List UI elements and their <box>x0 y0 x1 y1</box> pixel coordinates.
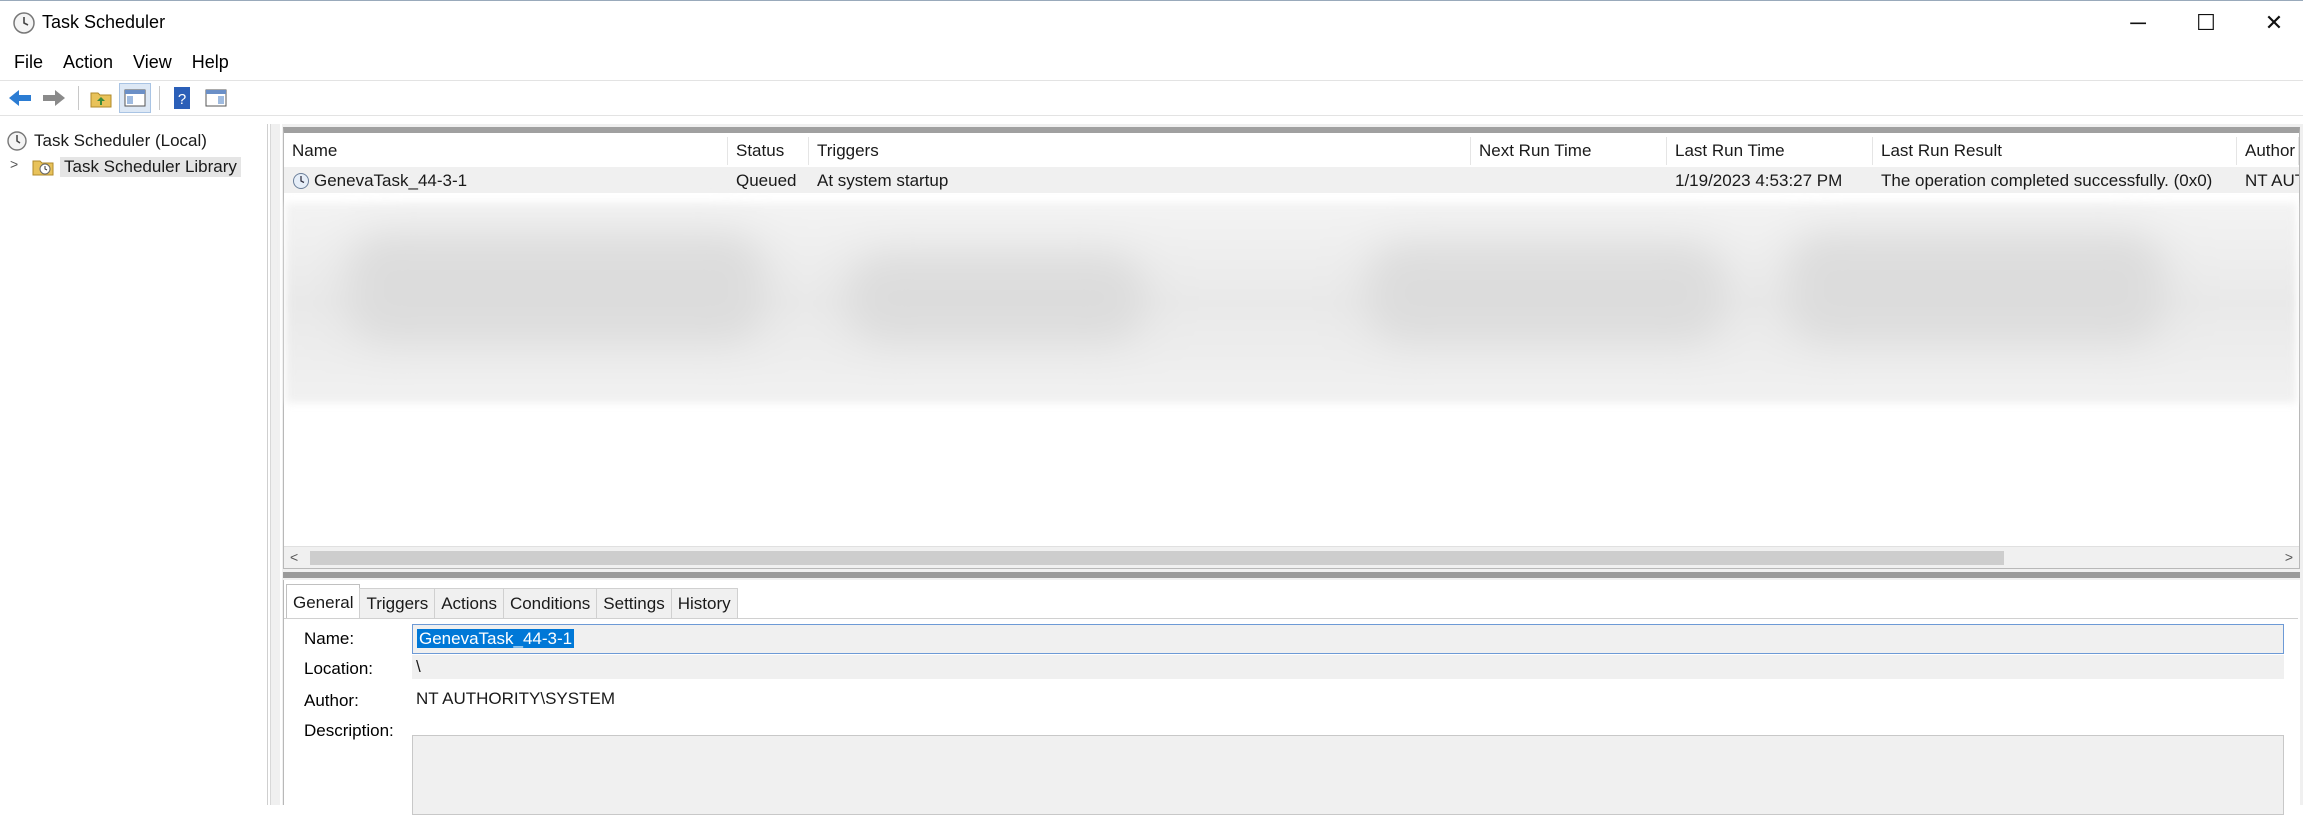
tree-item-label: Task Scheduler Library <box>60 157 241 177</box>
svg-text:?: ? <box>178 91 186 108</box>
menu-action[interactable]: Action <box>53 48 123 77</box>
help-button[interactable]: ? <box>166 83 198 113</box>
console-tree-icon <box>124 89 146 107</box>
scroll-right-arrow-icon[interactable]: > <box>2285 549 2293 565</box>
tab-general[interactable]: General <box>286 584 361 618</box>
toolbar-separator <box>78 86 79 110</box>
chevron-right-icon[interactable]: > <box>10 156 18 172</box>
vertical-splitter[interactable] <box>270 124 280 805</box>
name-field[interactable]: GenevaTask_44-3-1 <box>412 624 2284 654</box>
cell-status: Queued <box>736 171 797 190</box>
tab-triggers[interactable]: Triggers <box>359 588 436 618</box>
toolbar: ? <box>0 80 2303 116</box>
general-tab-body: Name: GenevaTask_44-3-1 Location: \ Auth… <box>284 618 2298 815</box>
name-value-selected: GenevaTask_44-3-1 <box>417 629 575 648</box>
cell-next-run-time <box>1471 167 1667 193</box>
horizontal-splitter[interactable] <box>283 572 2300 578</box>
window-title: Task Scheduler <box>42 12 166 32</box>
toolbar-separator <box>159 86 160 110</box>
help-icon: ? <box>174 87 190 109</box>
tree-item-label: Task Scheduler (Local) <box>34 131 207 150</box>
column-header-next-run-time[interactable]: Next Run Time <box>1471 137 1667 165</box>
clock-icon <box>7 131 27 151</box>
task-list-header: Name Status Triggers Next Run Time Last … <box>284 137 2299 165</box>
scrollbar-thumb[interactable] <box>310 551 2004 565</box>
back-arrow-icon <box>9 90 31 106</box>
author-value: NT AUTHORITY\SYSTEM <box>416 689 615 708</box>
column-header-triggers[interactable]: Triggers <box>809 137 1471 165</box>
up-one-level-button[interactable] <box>85 83 117 113</box>
cell-triggers: At system startup <box>817 171 949 190</box>
scroll-left-arrow-icon[interactable]: < <box>290 549 298 565</box>
name-label: Name: <box>304 629 355 648</box>
maximize-button[interactable]: ☐ <box>2172 1 2240 45</box>
tree-item-task-scheduler-local[interactable]: Task Scheduler (Local) <box>6 128 207 154</box>
back-button[interactable] <box>4 83 36 113</box>
location-value: \ <box>412 655 2284 679</box>
folder-up-icon <box>90 92 112 108</box>
close-button[interactable]: ✕ <box>2240 1 2303 45</box>
menu-view[interactable]: View <box>123 48 182 77</box>
tab-actions[interactable]: Actions <box>434 588 504 618</box>
forward-arrow-icon <box>43 90 65 106</box>
task-clock-icon <box>293 173 309 189</box>
cell-last-run-time: 1/19/2023 4:53:27 PM <box>1675 171 1843 190</box>
show-hide-action-pane-button[interactable] <box>200 83 232 113</box>
author-label: Author: <box>304 691 359 710</box>
cell-last-run-result: The operation completed successfully. (0… <box>1881 171 2213 190</box>
console-tree-pane: Task Scheduler (Local) > Task Scheduler … <box>0 124 268 805</box>
column-header-author[interactable]: Author <box>2237 137 2299 165</box>
column-header-status[interactable]: Status <box>728 137 809 165</box>
task-name: GenevaTask_44-3-1 <box>314 171 468 190</box>
title-bar: Task Scheduler ─ ☐ ✕ <box>0 0 2303 46</box>
description-label: Description: <box>304 721 394 740</box>
tab-history[interactable]: History <box>670 588 738 618</box>
menu-file[interactable]: File <box>4 48 53 77</box>
column-header-last-run-result[interactable]: Last Run Result <box>1873 137 2237 165</box>
menu-bar: File Action View Help <box>0 46 2303 78</box>
location-label: Location: <box>304 659 373 678</box>
tab-settings[interactable]: Settings <box>596 588 672 618</box>
minimize-button[interactable]: ─ <box>2104 1 2172 45</box>
column-header-name[interactable]: Name <box>284 137 728 165</box>
show-hide-console-tree-button[interactable] <box>119 83 151 113</box>
cell-name: GenevaTask_44-3-1 <box>284 167 728 193</box>
horizontal-scrollbar[interactable]: < > <box>284 546 2299 568</box>
menu-help[interactable]: Help <box>182 48 239 77</box>
action-pane-icon <box>205 89 227 107</box>
tab-conditions[interactable]: Conditions <box>502 588 598 618</box>
task-scheduler-clock-icon <box>13 12 35 34</box>
details-tab-strip: General Triggers Actions Conditions Sett… <box>286 584 738 618</box>
table-row[interactable]: GenevaTask_44-3-1 Queued At system start… <box>284 167 2299 193</box>
folder-clock-icon <box>32 160 54 176</box>
tree-item-task-scheduler-library[interactable]: Task Scheduler Library <box>32 154 241 180</box>
forward-button[interactable] <box>38 83 70 113</box>
column-header-last-run-time[interactable]: Last Run Time <box>1667 137 1873 165</box>
redacted-rows-area <box>286 203 2296 403</box>
description-field[interactable] <box>412 735 2284 815</box>
task-details-panel: General Triggers Actions Conditions Sett… <box>283 580 2300 815</box>
cell-author: NT AUT <box>2245 171 2299 190</box>
task-list-panel: Name Status Triggers Next Run Time Last … <box>283 127 2300 569</box>
